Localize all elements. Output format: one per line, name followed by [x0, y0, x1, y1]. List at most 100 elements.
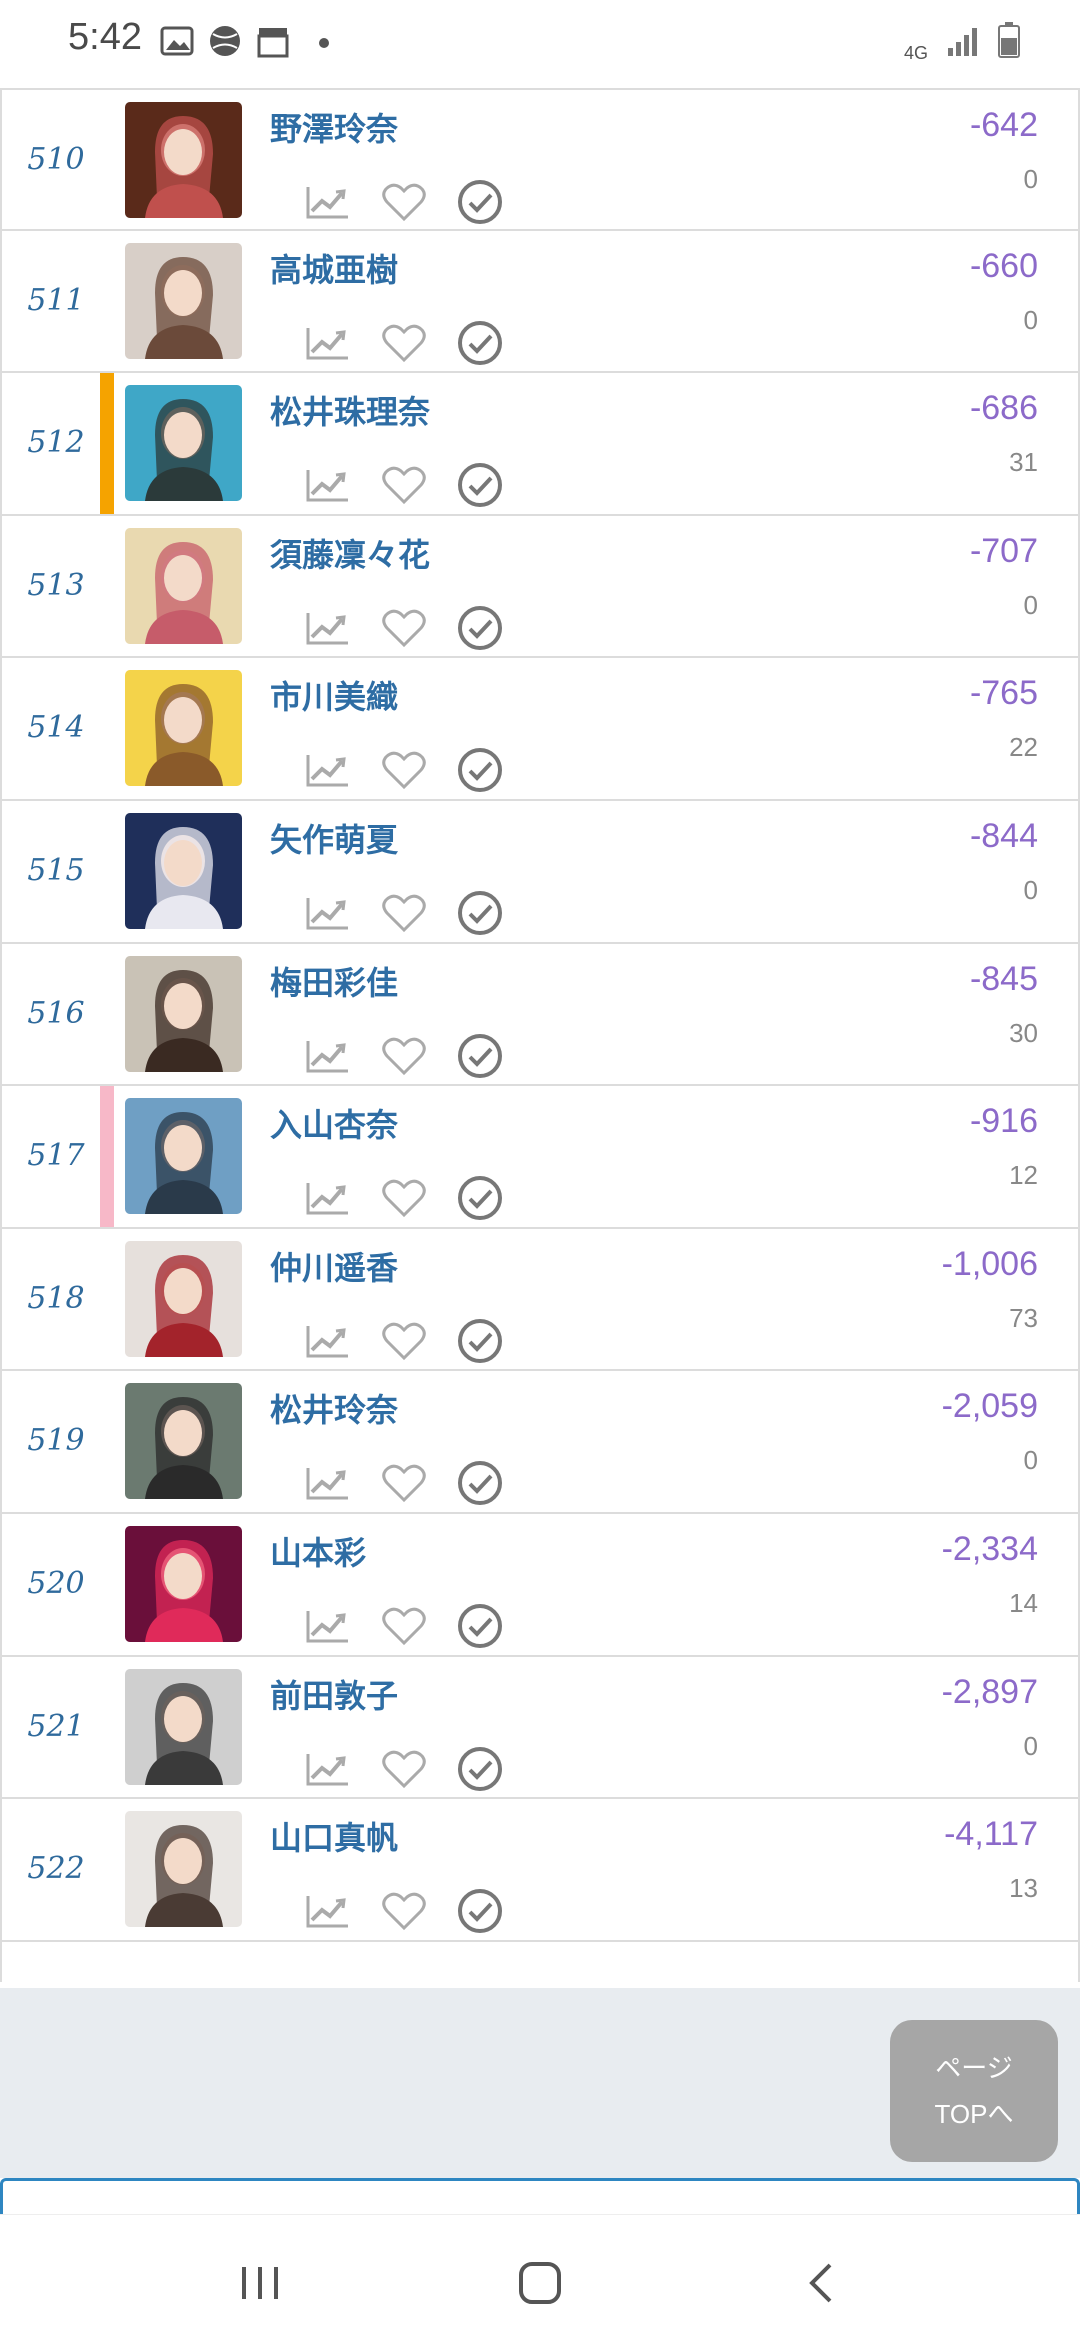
heart-icon[interactable] — [376, 742, 432, 798]
member-name[interactable]: 松井珠理奈 — [270, 387, 430, 433]
check-circle-icon[interactable] — [452, 885, 508, 941]
member-photo[interactable] — [125, 812, 242, 929]
member-photo[interactable] — [125, 102, 242, 218]
member-photo[interactable] — [125, 1383, 242, 1500]
page-top-button[interactable]: ページ TOPへ — [890, 2020, 1058, 2162]
check-circle-icon[interactable] — [452, 1313, 508, 1369]
page-top-label-1: ページ — [935, 2053, 1013, 2083]
ranking-row[interactable]: 520 山本彩 -2,334 14 — [2, 1513, 1078, 1657]
ranking-list: 510 野澤玲奈 -642 0 511 高城亜樹 -660 0 512 松井珠理… — [0, 88, 1080, 1982]
ranking-row[interactable]: 521 前田敦子 -2,897 0 — [2, 1656, 1078, 1800]
check-circle-icon[interactable] — [452, 315, 508, 371]
vote-count: 14 — [1009, 1587, 1038, 1618]
member-photo[interactable] — [125, 1811, 242, 1928]
member-name[interactable]: 仲川遥香 — [270, 1243, 398, 1289]
rank-number: 513 — [27, 567, 85, 603]
home-icon[interactable] — [510, 2253, 570, 2313]
heart-icon[interactable] — [376, 315, 432, 371]
trend-chart-icon[interactable] — [300, 742, 356, 798]
group-marker — [100, 1086, 114, 1227]
rank-number: 510 — [27, 142, 85, 177]
trend-chart-icon[interactable] — [300, 1598, 356, 1654]
rank-number: 518 — [27, 1280, 85, 1316]
member-name[interactable]: 野澤玲奈 — [270, 104, 398, 150]
member-photo[interactable] — [125, 1525, 242, 1642]
heart-icon[interactable] — [376, 1028, 432, 1084]
back-icon[interactable] — [792, 2253, 852, 2313]
heart-icon[interactable] — [376, 1598, 432, 1654]
trend-chart-icon[interactable] — [300, 174, 356, 230]
heart-icon[interactable] — [376, 457, 432, 513]
member-name[interactable]: 山本彩 — [270, 1528, 366, 1574]
ranking-row[interactable]: 518 仲川遥香 -1,006 73 — [2, 1228, 1078, 1372]
trend-chart-icon[interactable] — [300, 1883, 356, 1939]
member-photo[interactable] — [125, 1668, 242, 1785]
ranking-row[interactable]: 510 野澤玲奈 -642 0 — [2, 88, 1078, 231]
row-actions — [300, 1313, 528, 1369]
ranking-row[interactable]: 513 須藤凜々花 -707 0 — [2, 515, 1078, 659]
member-photo[interactable] — [125, 955, 242, 1072]
vote-score: -2,334 — [941, 1529, 1038, 1568]
heart-icon[interactable] — [376, 174, 432, 230]
check-circle-icon[interactable] — [452, 742, 508, 798]
trend-chart-icon[interactable] — [300, 1028, 356, 1084]
recent-apps-icon[interactable] — [230, 2253, 290, 2313]
trend-chart-icon[interactable] — [300, 885, 356, 941]
vote-score: -916 — [969, 1102, 1038, 1141]
check-circle-icon[interactable] — [452, 457, 508, 513]
trend-chart-icon[interactable] — [300, 1741, 356, 1797]
ranking-row[interactable]: 516 梅田彩佳 -845 30 — [2, 943, 1078, 1087]
check-circle-icon[interactable] — [452, 1170, 508, 1226]
ranking-row[interactable]: 511 高城亜樹 -660 0 — [2, 230, 1078, 374]
member-name[interactable]: 市川美織 — [270, 672, 398, 718]
member-name[interactable]: 須藤凜々花 — [270, 530, 430, 576]
row-actions — [300, 1170, 528, 1226]
check-circle-icon[interactable] — [452, 174, 508, 230]
heart-icon[interactable] — [376, 1741, 432, 1797]
check-circle-icon[interactable] — [452, 1741, 508, 1797]
check-circle-icon[interactable] — [452, 1028, 508, 1084]
member-photo[interactable] — [125, 385, 242, 502]
sports-icon — [208, 24, 242, 62]
ranking-row[interactable]: 517 入山杏奈 -916 12 — [2, 1086, 1078, 1229]
check-circle-icon[interactable] — [452, 1455, 508, 1511]
check-circle-icon[interactable] — [452, 1883, 508, 1939]
check-circle-icon[interactable] — [452, 600, 508, 656]
member-photo[interactable] — [125, 670, 242, 787]
trend-chart-icon[interactable] — [300, 600, 356, 656]
ranking-row[interactable]: 522 山口真帆 -4,117 13 — [2, 1799, 1078, 1942]
row-actions — [300, 885, 528, 941]
row-actions — [300, 1598, 528, 1654]
vote-score: -844 — [969, 816, 1038, 855]
heart-icon[interactable] — [376, 1313, 432, 1369]
check-circle-icon[interactable] — [452, 1598, 508, 1654]
ranking-row[interactable]: 514 市川美織 -765 22 — [2, 658, 1078, 801]
network-label: 4G — [903, 43, 928, 63]
heart-icon[interactable] — [376, 1883, 432, 1939]
ranking-row[interactable]: 512 松井珠理奈 -686 31 — [2, 373, 1078, 516]
member-name[interactable]: 梅田彩佳 — [270, 958, 398, 1004]
member-photo[interactable] — [125, 1098, 242, 1215]
trend-chart-icon[interactable] — [300, 315, 356, 371]
member-photo[interactable] — [125, 1240, 242, 1357]
trend-chart-icon[interactable] — [300, 1455, 356, 1511]
member-photo[interactable] — [125, 527, 242, 644]
member-name[interactable]: 高城亜樹 — [270, 245, 398, 291]
vote-count: 0 — [1023, 874, 1038, 905]
heart-icon[interactable] — [376, 885, 432, 941]
trend-chart-icon[interactable] — [300, 457, 356, 513]
trend-chart-icon[interactable] — [300, 1170, 356, 1226]
member-name[interactable]: 松井玲奈 — [270, 1385, 398, 1431]
heart-icon[interactable] — [376, 600, 432, 656]
ranking-row[interactable]: 515 矢作萌夏 -844 0 — [2, 800, 1078, 944]
member-name[interactable]: 前田敦子 — [270, 1671, 398, 1717]
trend-chart-icon[interactable] — [300, 1313, 356, 1369]
battery-icon — [998, 22, 1020, 62]
ranking-row[interactable]: 519 松井玲奈 -2,059 0 — [2, 1371, 1078, 1514]
heart-icon[interactable] — [376, 1170, 432, 1226]
member-name[interactable]: 矢作萌夏 — [270, 815, 398, 861]
heart-icon[interactable] — [376, 1455, 432, 1511]
member-photo[interactable] — [125, 242, 242, 359]
member-name[interactable]: 入山杏奈 — [270, 1100, 398, 1146]
member-name[interactable]: 山口真帆 — [270, 1813, 398, 1859]
